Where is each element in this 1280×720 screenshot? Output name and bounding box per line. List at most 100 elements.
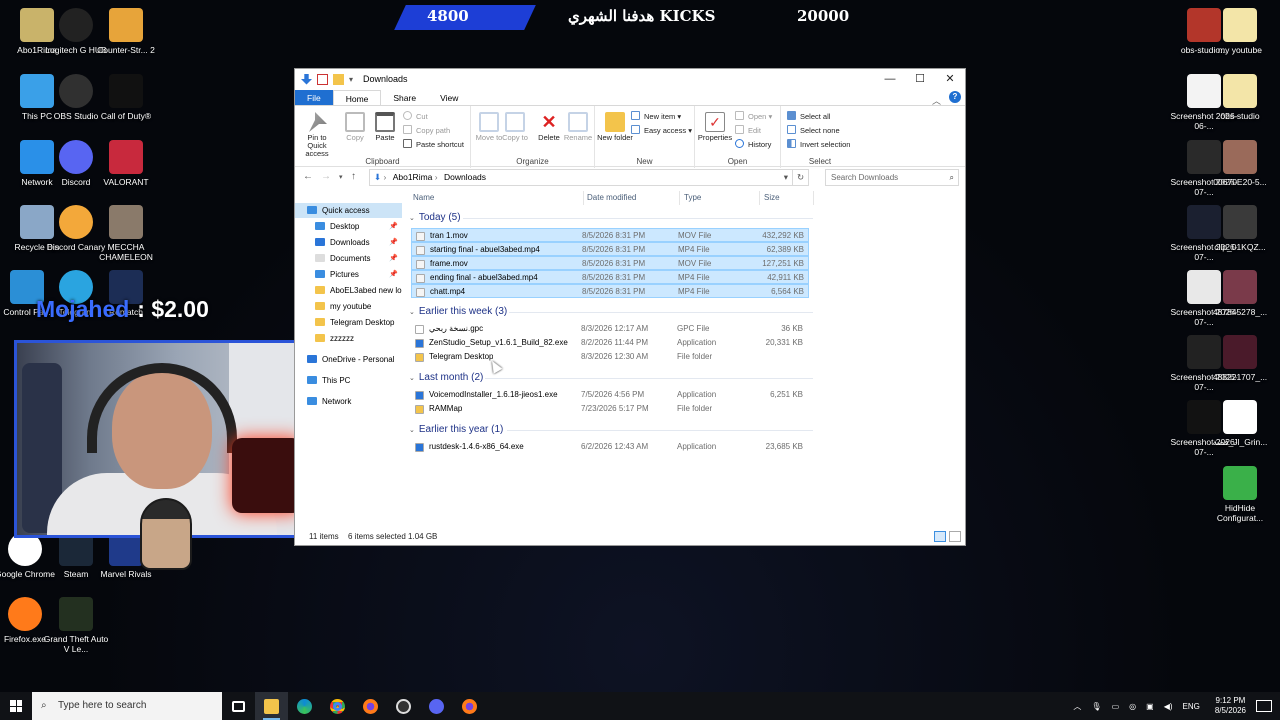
nav-item-telegram-desktop[interactable]: Telegram Desktop <box>295 315 402 330</box>
recent-locations-icon[interactable]: ▾ <box>339 173 343 181</box>
new-item-button[interactable]: New item ▾ <box>631 110 681 124</box>
nav-item-desktop[interactable]: Desktop 📌 <box>295 219 402 234</box>
network-tray-icon[interactable]: ▣ <box>1146 702 1154 711</box>
nav-item-aboel3abed-new-lo[interactable]: AboEL3abed new lo <box>295 283 402 298</box>
nav-item-quick-access[interactable]: Quick access <box>295 203 402 218</box>
nav-item-network[interactable]: Network <box>295 394 402 409</box>
rename-button[interactable]: Rename <box>560 112 596 142</box>
file-row[interactable]: ZenStudio_Setup_v1.6.1_Build_82.exe 8/2/2… <box>411 336 809 350</box>
breadcrumb-abo1rima[interactable]: Abo1Rima <box>393 172 433 182</box>
pin-icon[interactable]: 📌 <box>389 267 398 282</box>
desktop-icon-hidhide[interactable]: HidHide Configurat... <box>1204 466 1276 523</box>
group-header[interactable]: ⌄ Earlier this week (3) <box>409 305 507 319</box>
cut-button[interactable]: Cut <box>403 110 428 124</box>
file-row[interactable]: starting final - abuel3abed.mp4 8/5/2026 … <box>411 242 809 256</box>
microphone-icon[interactable]: 🎙 <box>1091 702 1101 711</box>
taskbar-obs[interactable] <box>387 692 420 720</box>
copy-to-button[interactable]: Copy to <box>497 112 533 142</box>
nav-item-downloads[interactable]: Downloads 📌 <box>295 235 402 250</box>
edit-button[interactable]: Edit <box>735 124 761 138</box>
copy-path-button[interactable]: Copy path <box>403 124 450 138</box>
help-icon[interactable]: ? <box>949 91 961 103</box>
paste-button[interactable]: Paste <box>367 112 403 142</box>
file-row[interactable]: ending final - abuel3abed.mp4 8/5/2026 8:… <box>411 270 809 284</box>
up-arrow-icon[interactable]: ↑ <box>351 171 356 182</box>
column-name[interactable]: Name <box>413 193 434 202</box>
column-size[interactable]: Size <box>764 193 780 202</box>
new-folder-button[interactable]: New folder <box>597 112 633 142</box>
pin-icon[interactable]: 📌 <box>389 219 398 234</box>
desktop-icon-image[interactable]: 488221707_... <box>1204 335 1276 382</box>
notification-center-icon[interactable] <box>1256 700 1272 712</box>
nav-item-my-youtube[interactable]: my youtube <box>295 299 402 314</box>
refresh-icon[interactable]: ↻ <box>792 170 808 185</box>
desktop-icon-folder[interactable]: my youtube <box>1204 8 1276 55</box>
select-all-button[interactable]: Select all <box>787 110 830 124</box>
file-row[interactable]: chatt.mp4 8/5/2026 8:31 PM MP4 File 6,564 K… <box>411 284 809 298</box>
taskbar-edge[interactable] <box>288 692 321 720</box>
file-row[interactable]: نسخة ربحي.gpc 8/3/2026 12:17 AM GPC File 36… <box>411 322 809 336</box>
qat-chevron-icon[interactable]: ▾ <box>349 74 355 85</box>
desktop-icon-image[interactable]: 00670E20-5... <box>1204 140 1276 187</box>
desktop-icon-gta[interactable]: Grand Theft Auto V Le... <box>40 597 112 654</box>
nav-item-pictures[interactable]: Pictures 📌 <box>295 267 402 282</box>
group-header[interactable]: ⌄ Earlier this year (1) <box>409 423 503 437</box>
search-input[interactable]: Search Downloads ⌕ <box>825 169 959 186</box>
nav-item-onedrive-personal[interactable]: OneDrive - Personal <box>295 352 402 367</box>
taskbar-discord[interactable] <box>420 692 453 720</box>
desktop-icon-meccha[interactable]: MECCHA CHAMELEON <box>90 205 162 262</box>
tab-view[interactable]: View <box>428 90 470 106</box>
minimize-button[interactable]: — <box>875 69 905 89</box>
task-view-button[interactable] <box>222 692 255 720</box>
desktop-icon-counter-strike[interactable]: Counter-Str... 2 <box>90 8 162 55</box>
properties-button[interactable]: ✓ Properties <box>697 112 733 142</box>
nav-item-this-pc[interactable]: This PC <box>295 373 402 388</box>
column-date-modified[interactable]: Date modified <box>587 193 636 202</box>
tab-home[interactable]: Home <box>332 90 382 106</box>
breadcrumb-downloads[interactable]: Downloads <box>444 172 486 182</box>
invert-selection-button[interactable]: Invert selection <box>787 138 850 152</box>
start-button[interactable] <box>0 692 32 720</box>
language-indicator[interactable]: ENG <box>1183 702 1200 711</box>
address-dropdown-icon[interactable]: ▾ <box>784 170 788 185</box>
group-header[interactable]: ⌄ Today (5) <box>409 211 461 225</box>
file-row[interactable]: rustdesk-1.4.6-x86_64.exe 6/2/2026 12:43 … <box>411 440 809 454</box>
desktop-icon-video[interactable]: قصة_Jl_Grin... <box>1204 400 1276 447</box>
column-type[interactable]: Type <box>684 193 701 202</box>
volume-icon[interactable]: ◀) <box>1164 702 1173 711</box>
battery-icon[interactable]: ▭ <box>1112 702 1120 711</box>
large-icons-view-icon[interactable] <box>949 531 961 542</box>
file-row[interactable]: frame.mov 8/5/2026 8:31 PM MOV File 127,251… <box>411 256 809 270</box>
properties-icon[interactable] <box>317 73 328 85</box>
new-folder-icon[interactable] <box>333 73 344 85</box>
title-bar[interactable]: ▾ Downloads — ☐ ✕ <box>295 69 965 89</box>
pin-icon[interactable]: 📌 <box>389 251 398 266</box>
desktop-icon-image[interactable]: clip_01KQZ... <box>1204 205 1276 252</box>
maximize-button[interactable]: ☐ <box>905 69 935 89</box>
open-button[interactable]: Open ▾ <box>735 110 772 124</box>
select-none-button[interactable]: Select none <box>787 124 840 138</box>
group-header[interactable]: ⌄ Last month (2) <box>409 371 483 385</box>
taskbar-chrome[interactable] <box>321 692 354 720</box>
paste-shortcut-button[interactable]: Paste shortcut <box>403 138 464 152</box>
close-button[interactable]: ✕ <box>935 69 965 89</box>
tab-file[interactable]: File <box>295 90 333 106</box>
nav-item-documents[interactable]: Documents 📌 <box>295 251 402 266</box>
pin-quick-access-button[interactable]: Pin to Quick access <box>299 112 335 158</box>
file-row[interactable]: Telegram Desktop 8/3/2026 12:30 AM File fo… <box>411 350 809 364</box>
pin-icon[interactable]: 📌 <box>389 235 398 250</box>
forward-arrow-icon[interactable]: → <box>321 171 331 182</box>
taskbar-search[interactable]: ⌕ Type here to search <box>32 692 222 720</box>
show-hidden-icons-icon[interactable]: ︿ <box>1073 701 1081 712</box>
taskbar-firefox[interactable] <box>354 692 387 720</box>
steam-tray-icon[interactable]: ◎ <box>1129 702 1136 711</box>
back-arrow-icon[interactable]: ← <box>303 171 313 182</box>
file-row[interactable]: VoicemodInstaller_1.6.18-jieos1.exe 7/5/2… <box>411 388 809 402</box>
nav-item-zzzzzz[interactable]: zzzzzz <box>295 331 402 346</box>
address-bar[interactable]: ⬇ › Abo1Rima › Downloads ▾ ↻ <box>369 169 809 186</box>
file-row[interactable]: tran 1.mov 8/5/2026 8:31 PM MOV File 432,29… <box>411 228 809 242</box>
desktop-icon-folder[interactable]: obs-studio <box>1204 74 1276 121</box>
easy-access-button[interactable]: Easy access ▾ <box>631 124 692 138</box>
file-row[interactable]: RAMMap 7/23/2026 5:17 PM File folder <box>411 402 809 416</box>
details-view-icon[interactable] <box>934 531 946 542</box>
